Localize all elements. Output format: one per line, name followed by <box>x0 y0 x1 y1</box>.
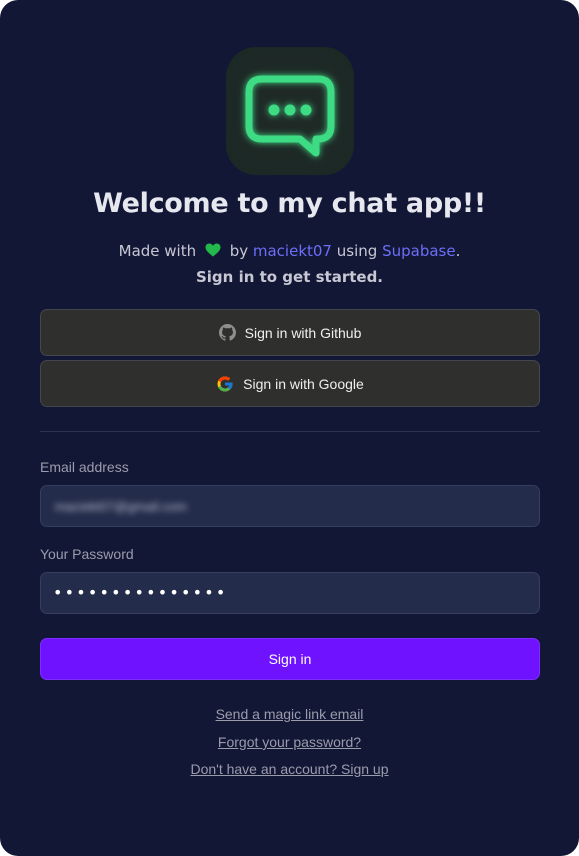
magic-link[interactable]: Send a magic link email <box>0 706 579 722</box>
github-button-label: Sign in with Github <box>244 324 362 341</box>
auth-card: Welcome to my chat app!! Made with by ma… <box>0 0 579 856</box>
password-value: ••••••••••••••• <box>53 583 228 602</box>
author-link[interactable]: maciekt07 <box>253 242 332 260</box>
forgot-password-link[interactable]: Forgot your password? <box>0 734 579 750</box>
password-label: Your Password <box>40 546 134 562</box>
period-text: . <box>455 242 461 260</box>
google-button-label: Sign in with Google <box>243 375 364 392</box>
google-icon <box>217 376 233 391</box>
email-field[interactable]: maciekt07@gmail.com <box>40 485 540 527</box>
signup-link[interactable]: Don't have an account? Sign up <box>0 761 579 777</box>
supabase-link[interactable]: Supabase <box>382 242 456 260</box>
using-text: using <box>336 242 378 260</box>
google-signin-button[interactable]: Sign in with Google <box>40 360 540 407</box>
chat-bubble-icon <box>245 75 335 157</box>
signin-button-label: Sign in <box>268 651 312 667</box>
email-label: Email address <box>40 459 129 475</box>
signin-button[interactable]: Sign in <box>40 638 540 680</box>
divider <box>40 431 540 432</box>
green-heart-icon <box>205 242 221 260</box>
github-signin-button[interactable]: Sign in with Github <box>40 309 540 356</box>
made-with-text: Made with <box>118 242 197 260</box>
email-value: maciekt07@gmail.com <box>55 499 187 514</box>
subtitle: Sign in to get started. <box>195 268 384 286</box>
password-field[interactable]: ••••••••••••••• <box>40 572 540 614</box>
github-icon <box>218 324 236 341</box>
app-logo <box>226 47 354 175</box>
credits-line: Made with by maciekt07 using Supabase. <box>0 242 579 260</box>
page-title: Welcome to my chat app!! <box>93 188 486 219</box>
by-text: by <box>229 242 249 260</box>
